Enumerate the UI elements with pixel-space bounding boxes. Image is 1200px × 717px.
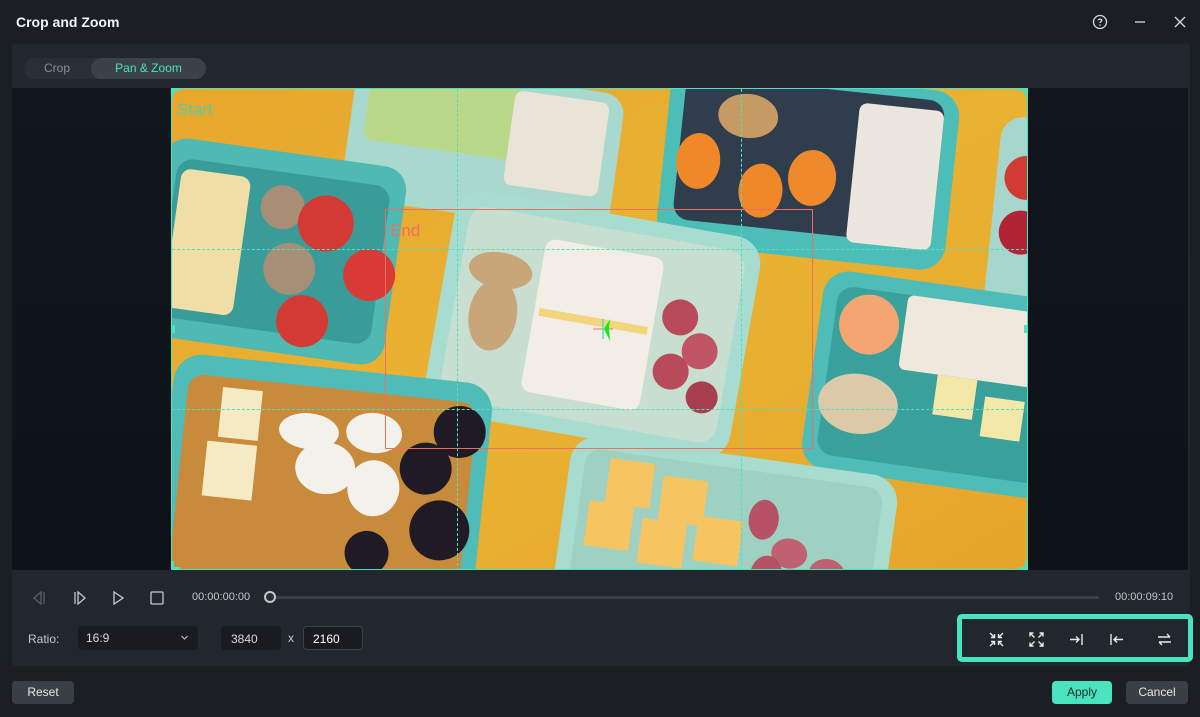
ratio-value: 16:9 (86, 631, 110, 645)
resize-handle-bottom-left[interactable] (172, 561, 180, 569)
resize-handle-left[interactable] (172, 325, 175, 333)
question-circle-icon (1092, 14, 1108, 30)
expand-icon (1028, 631, 1044, 647)
play-icon (113, 590, 125, 606)
ratio-label: Ratio: (28, 632, 60, 646)
set-start-icon (1109, 633, 1123, 645)
play-button[interactable] (107, 588, 129, 608)
timeline-slider[interactable] (270, 596, 1099, 599)
timeline-playhead[interactable] (264, 591, 276, 603)
mode-tabs: Crop Pan & Zoom (24, 58, 206, 79)
expand-button[interactable] (1027, 631, 1045, 647)
swap-button[interactable] (1155, 631, 1173, 647)
stop-button[interactable] (146, 588, 168, 608)
dimension-separator: x (288, 631, 294, 645)
previous-frame-icon (33, 590, 45, 606)
next-frame-icon (74, 590, 86, 606)
set-end-button[interactable] (1067, 631, 1085, 647)
close-button[interactable] (1170, 12, 1190, 32)
next-frame-button[interactable] (69, 588, 91, 608)
tab-pan-zoom[interactable]: Pan & Zoom (91, 58, 206, 79)
tab-crop[interactable]: Crop (24, 58, 90, 79)
video-preview[interactable]: Start End (171, 88, 1028, 570)
resize-handle-bottom-right[interactable] (1019, 561, 1027, 569)
width-input[interactable]: 3840 (221, 626, 281, 650)
pan-zoom-actions (957, 614, 1193, 662)
ratio-dropdown[interactable]: 16:9 (78, 626, 198, 650)
chevron-down-icon (181, 635, 188, 640)
end-frame-label: End (390, 221, 421, 240)
reset-button[interactable]: Reset (12, 681, 74, 704)
minimize-button[interactable] (1130, 12, 1150, 32)
stop-icon (150, 591, 164, 605)
height-input[interactable]: 2160 (303, 626, 363, 650)
shrink-button[interactable] (987, 631, 1005, 647)
resize-handle-right[interactable] (1024, 325, 1027, 333)
swap-icon (1157, 633, 1171, 645)
minimize-icon (1135, 21, 1145, 23)
resize-handle-top-right[interactable] (1019, 89, 1027, 97)
help-button[interactable] (1090, 12, 1110, 32)
start-frame-label: Start (177, 100, 213, 119)
current-time: 00:00:00:00 (192, 591, 251, 603)
cancel-button[interactable]: Cancel (1126, 681, 1188, 704)
set-end-icon (1069, 633, 1083, 645)
close-icon (1174, 16, 1186, 28)
title-bar: Crop and Zoom (0, 0, 1200, 44)
total-duration: 00:00:09:10 (1115, 591, 1174, 603)
resize-handle-top-left[interactable] (172, 89, 180, 97)
apply-button[interactable]: Apply (1052, 681, 1112, 704)
dialog-title: Crop and Zoom (16, 14, 120, 30)
shrink-icon (989, 632, 1003, 646)
motion-center-icon (593, 319, 613, 341)
previous-frame-button[interactable] (28, 588, 50, 608)
set-start-button[interactable] (1107, 631, 1125, 647)
